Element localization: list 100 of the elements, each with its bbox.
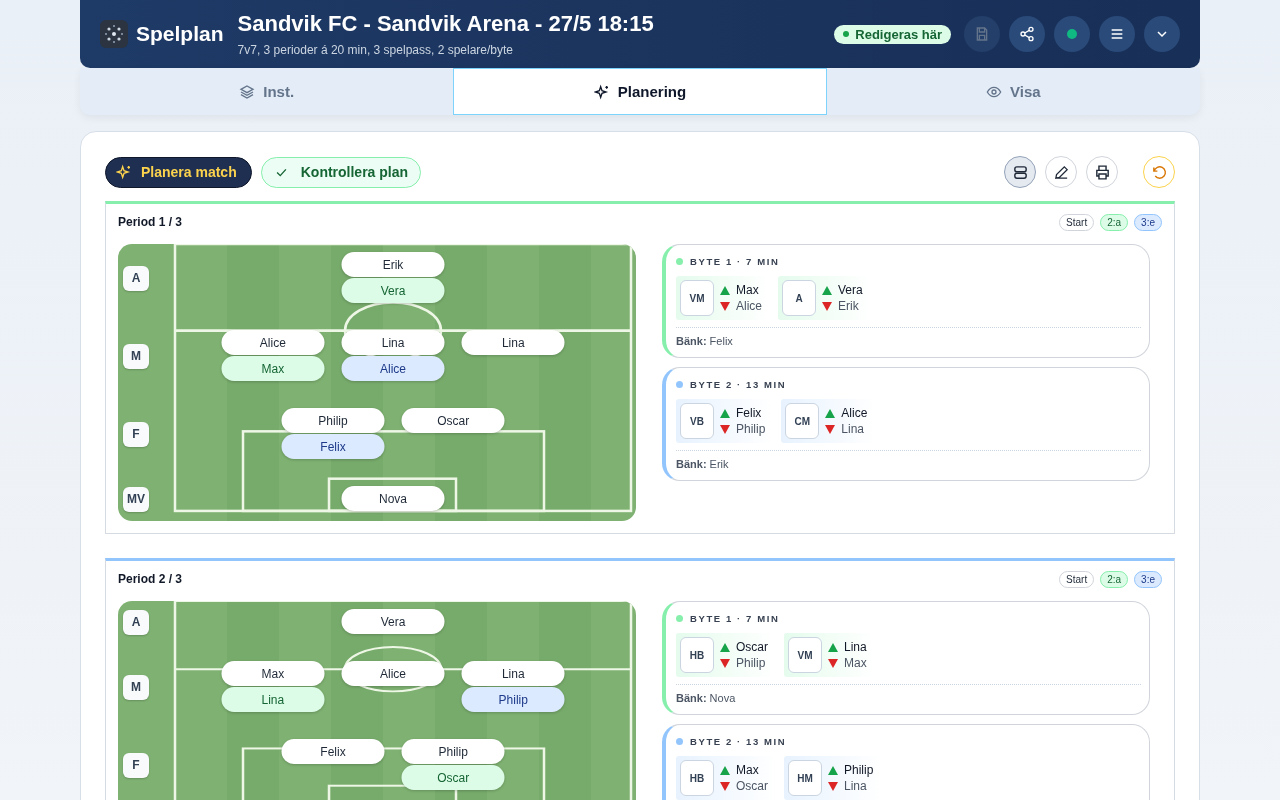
app-name: Spelplan (136, 22, 224, 46)
player-chip[interactable]: Oscar (401, 408, 505, 433)
undo-button[interactable] (1143, 156, 1175, 188)
editing-badge: Redigeras här (834, 24, 951, 44)
sparkle-icon (116, 164, 132, 180)
position-badge: VM (788, 637, 822, 673)
legend-tag: 2:a (1100, 570, 1129, 588)
player-in-name: Felix (736, 406, 762, 420)
player-chip[interactable]: Philip (401, 739, 505, 764)
position-label: M (123, 343, 149, 369)
player-chip[interactable]: Philip (281, 408, 385, 433)
position-badge: HM (788, 760, 822, 796)
tab[interactable]: Inst. (80, 68, 454, 115)
player-out-name: Lina (841, 422, 865, 436)
pencil-icon (1052, 163, 1070, 181)
position-badge: A (782, 280, 816, 316)
player-chip[interactable]: Max (221, 356, 325, 381)
substitution-title: BYTE 2 · 13 MIN (690, 378, 787, 390)
substitution-title: BYTE 2 · 13 MIN (690, 735, 787, 747)
player-in-name: Lina (844, 640, 867, 654)
player-chip[interactable]: Lina (341, 330, 445, 355)
position-badge: HB (680, 637, 714, 673)
player-chip[interactable]: Alice (221, 330, 325, 355)
up-triangle-icon (822, 285, 832, 295)
tab[interactable]: Visa (826, 68, 1200, 115)
menu-icon (1109, 26, 1125, 42)
share-button[interactable] (1009, 16, 1045, 52)
player-in-name: Max (736, 283, 759, 297)
up-triangle-icon (828, 642, 838, 652)
bench-text: Bänk: Erik (676, 458, 729, 470)
check-plan-button[interactable]: Kontrollera plan (260, 156, 422, 188)
down-triangle-icon (720, 424, 730, 434)
printer-icon (1093, 163, 1111, 181)
player-chip[interactable]: Vera (341, 278, 445, 303)
legend-tag: 3:e (1134, 570, 1162, 588)
player-chip[interactable]: Erik (341, 252, 445, 277)
player-chip[interactable]: Felix (281, 434, 385, 459)
player-chip[interactable]: Lina (461, 330, 565, 355)
player-chip[interactable]: Felix (281, 739, 385, 764)
player-chip[interactable]: Philip (461, 687, 565, 712)
player-out-name: Alice (736, 299, 762, 313)
player-in-name: Vera (838, 283, 863, 297)
substitution-title: BYTE 1 · 7 MIN (690, 255, 780, 267)
position-label: F (123, 421, 149, 447)
dot-icon (1066, 28, 1078, 40)
up-triangle-icon (720, 285, 730, 295)
up-triangle-icon (720, 642, 730, 652)
period-title: Period 1 / 3 (118, 215, 183, 229)
down-triangle-icon (828, 781, 838, 791)
legend-tag: 2:a (1100, 213, 1129, 231)
status-button[interactable] (1054, 16, 1090, 52)
layers-icon (239, 83, 256, 100)
player-chip[interactable]: Alice (341, 356, 445, 381)
player-chip[interactable]: Nova (341, 486, 445, 511)
position-label: M (123, 674, 149, 700)
plan-match-button[interactable]: Planera match (105, 156, 252, 188)
floppy-icon (974, 26, 990, 42)
logo-icon (100, 20, 128, 48)
player-in-name: Alice (841, 406, 868, 420)
down-triangle-icon (822, 301, 832, 311)
down-triangle-icon (825, 424, 836, 434)
menu-button[interactable] (1099, 16, 1135, 52)
player-in-name: Oscar (736, 640, 768, 654)
player-out-name: Erik (838, 299, 859, 313)
legend-tag: Start (1059, 213, 1095, 231)
position-label: A (123, 265, 149, 291)
pencil-button[interactable] (1045, 156, 1077, 188)
down-triangle-icon (720, 781, 730, 791)
match-title: Sandvik FC - Sandvik Arena - 27/5 18:15 (237, 11, 655, 37)
printer-button[interactable] (1086, 156, 1118, 188)
player-chip[interactable]: Lina (461, 661, 565, 686)
position-badge: CM (785, 403, 820, 439)
share-icon (1019, 26, 1035, 42)
bench-text: Bänk: Nova (676, 692, 736, 704)
down-triangle-icon (720, 658, 730, 668)
bench-text: Bänk: Felix (676, 335, 733, 347)
down-triangle-icon (828, 658, 838, 668)
position-label: MV (123, 486, 149, 512)
player-out-name: Philip (736, 422, 766, 436)
player-chip[interactable]: Vera (341, 609, 445, 634)
period-title: Period 2 / 3 (118, 572, 183, 586)
tab[interactable]: Planering (453, 68, 827, 115)
legend-tag: Start (1059, 570, 1095, 588)
legend-tag: 3:e (1134, 213, 1162, 231)
down-triangle-icon (720, 301, 730, 311)
player-out-name: Max (844, 656, 867, 670)
player-out-name: Lina (844, 779, 867, 793)
position-label: F (123, 752, 149, 778)
player-in-name: Philip (844, 763, 874, 777)
player-chip[interactable]: Alice (341, 661, 445, 686)
match-subtitle: 7v7, 3 perioder á 20 min, 3 spelpass, 2 spelare/byte (237, 43, 515, 57)
rows-button[interactable] (1004, 156, 1036, 188)
position-label: A (123, 609, 149, 635)
sparkle-icon (593, 83, 610, 100)
player-chip[interactable]: Lina (221, 687, 325, 712)
player-chip[interactable]: Max (221, 661, 325, 686)
player-chip[interactable]: Oscar (401, 765, 505, 790)
position-badge: VM (680, 280, 714, 316)
undo-icon (1150, 163, 1168, 181)
player-out-name: Oscar (736, 779, 768, 793)
